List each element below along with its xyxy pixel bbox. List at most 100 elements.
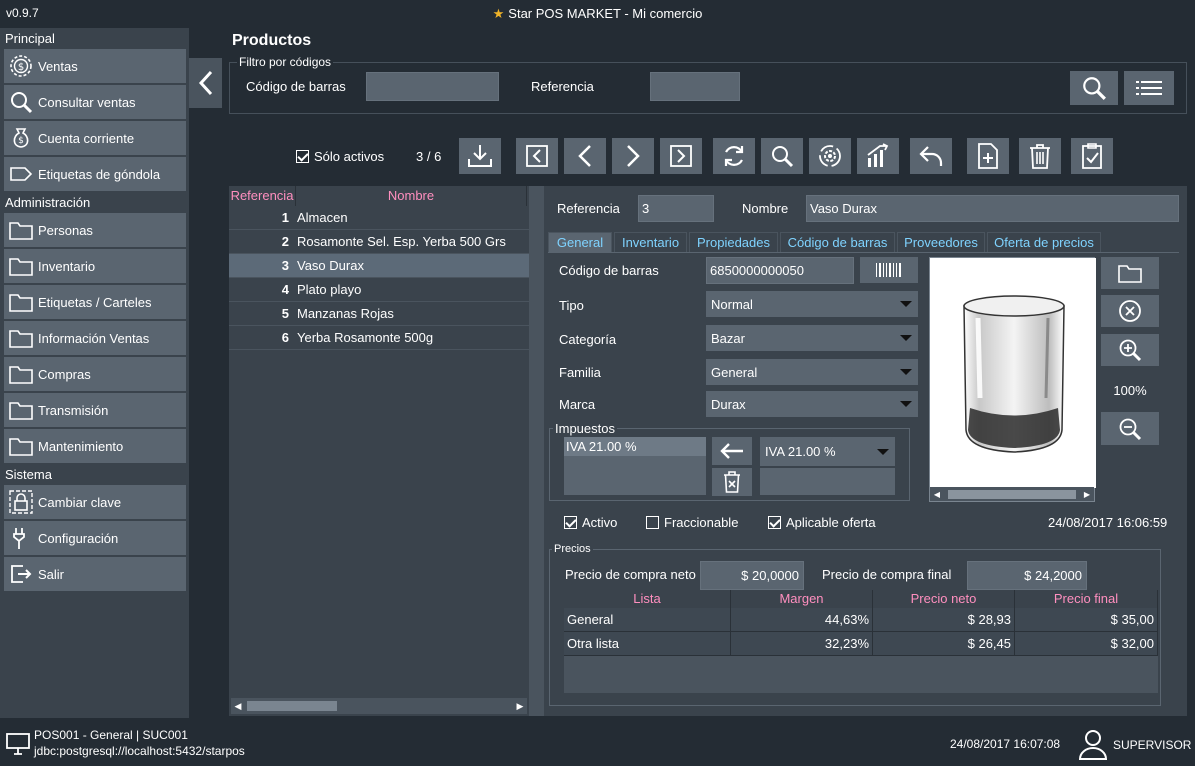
row-reference: 1: [281, 210, 289, 225]
category-label: Categoría: [559, 332, 617, 347]
table-row[interactable]: General 44,63% $ 28,93 $ 35,00: [564, 608, 1158, 632]
sidebar-item-mantenimiento[interactable]: Mantenimiento: [4, 429, 186, 463]
scroll-left-icon[interactable]: ◀: [930, 490, 944, 499]
sidebar-item-etiquetas-gondola[interactable]: Etiquetas de góndola: [4, 157, 186, 191]
panel-splitter[interactable]: [529, 186, 544, 716]
filter-list-button[interactable]: [1124, 71, 1174, 105]
product-image: [930, 258, 1096, 488]
grid-horizontal-scrollbar[interactable]: ◀ ▶: [231, 698, 527, 714]
zoom-in-button[interactable]: [1101, 334, 1159, 366]
scroll-right-icon[interactable]: ▶: [1080, 490, 1094, 499]
net-cost-input[interactable]: $ 20,0000: [700, 561, 804, 590]
import-button[interactable]: [459, 138, 501, 174]
sidebar-item-configuracion[interactable]: Configuración: [4, 521, 186, 555]
statistics-button[interactable]: [857, 138, 899, 174]
detail-name-input[interactable]: Vaso Durax: [806, 195, 1179, 222]
first-record-button[interactable]: [516, 138, 558, 174]
sidebar-item-salir[interactable]: Salir: [4, 557, 186, 591]
sidebar-item-inventario[interactable]: Inventario: [4, 249, 186, 283]
detail-reference-input[interactable]: 3: [638, 195, 714, 222]
add-tax-button[interactable]: [712, 437, 752, 465]
column-header-precio-neto[interactable]: Precio neto: [873, 590, 1015, 608]
sidebar-item-informacion-ventas[interactable]: Información Ventas: [4, 321, 186, 355]
clear-image-button[interactable]: [1101, 295, 1159, 327]
fractional-label: Fraccionable: [664, 515, 739, 530]
save-record-button[interactable]: [1071, 138, 1113, 174]
sidebar-item-ventas[interactable]: $ Ventas: [4, 49, 186, 83]
column-header-nombre[interactable]: Nombre: [296, 186, 527, 206]
filter-search-button[interactable]: [1070, 71, 1118, 105]
close-circle-icon: [1118, 299, 1142, 323]
sidebar-item-label: Información Ventas: [38, 330, 150, 346]
barcode-label: Código de barras: [559, 263, 659, 278]
scroll-left-icon[interactable]: ◀: [231, 701, 245, 712]
table-row[interactable]: 2 Rosamonte Sel. Esp. Yerba 500 Grs: [229, 230, 529, 254]
column-header-referencia[interactable]: Referencia: [229, 186, 296, 206]
last-record-button[interactable]: [660, 138, 702, 174]
row-name: Almacen: [297, 210, 348, 225]
scrollbar-thumb[interactable]: [948, 489, 1076, 499]
sidebar-item-label: Cambiar clave: [38, 494, 122, 510]
remove-tax-button[interactable]: [712, 468, 752, 496]
tab-proveedores[interactable]: Proveedores: [897, 232, 985, 252]
undo-button[interactable]: [910, 138, 952, 174]
sidebar-item-consultar-ventas[interactable]: Consultar ventas: [4, 85, 186, 119]
previous-record-button[interactable]: [564, 138, 606, 174]
sidebar-item-label: Cuenta corriente: [38, 130, 135, 146]
type-select[interactable]: Normal: [706, 291, 918, 317]
image-horizontal-scrollbar[interactable]: ◀ ▶: [930, 487, 1094, 501]
column-header-margen[interactable]: Margen: [731, 590, 873, 608]
sidebar-item-personas[interactable]: Personas: [4, 213, 186, 247]
taxes-list[interactable]: IVA 21.00 %: [564, 437, 706, 495]
first-icon: [525, 144, 549, 168]
search-button[interactable]: [761, 138, 803, 174]
refresh-button[interactable]: [713, 138, 755, 174]
zoom-out-button[interactable]: [1101, 412, 1159, 445]
filter-barcode-input[interactable]: [366, 72, 499, 101]
collapse-sidebar-button[interactable]: [189, 58, 222, 108]
active-checkbox[interactable]: Activo: [564, 515, 617, 530]
table-row[interactable]: 6 Yerba Rosamonte 500g: [229, 326, 529, 350]
sidebar-item-etiquetas-carteles[interactable]: Etiquetas / Carteles: [4, 285, 186, 319]
sidebar-item-cambiar-clave[interactable]: Cambiar clave: [4, 485, 186, 519]
generate-barcode-button[interactable]: [860, 257, 918, 283]
filter-reference-input[interactable]: [650, 72, 740, 101]
row-reference: 5: [281, 306, 289, 321]
tax-select[interactable]: IVA 21.00 %: [760, 437, 895, 466]
table-row[interactable]: 1 Almacen: [229, 206, 529, 230]
next-record-button[interactable]: [612, 138, 654, 174]
table-row[interactable]: 4 Plato playo: [229, 278, 529, 302]
chevron-down-icon: [900, 335, 912, 341]
tab-codigo-de-barras[interactable]: Código de barras: [780, 232, 895, 252]
table-row-selected[interactable]: 3 Vaso Durax: [229, 254, 529, 278]
sidebar-item-transmision[interactable]: Transmisión: [4, 393, 186, 427]
new-record-button[interactable]: [967, 138, 1009, 174]
final-cost-input[interactable]: $ 24,2000: [967, 561, 1087, 590]
tax-extra-field[interactable]: [760, 468, 895, 495]
reload-settings-button[interactable]: [809, 138, 851, 174]
current-user[interactable]: SUPERVISOR: [1113, 738, 1191, 752]
fractional-checkbox[interactable]: Fraccionable: [646, 515, 738, 530]
scrollbar-thumb[interactable]: [247, 701, 337, 711]
offer-checkbox[interactable]: Aplicable oferta: [768, 515, 876, 530]
only-active-checkbox[interactable]: Sólo activos: [296, 149, 384, 164]
tab-propiedades[interactable]: Propiedades: [689, 232, 778, 252]
scroll-right-icon[interactable]: ▶: [513, 701, 527, 712]
tax-list-item[interactable]: IVA 21.00 %: [564, 437, 706, 456]
tab-inventario[interactable]: Inventario: [614, 232, 687, 252]
brand-select[interactable]: Durax: [706, 391, 918, 417]
tab-oferta-de-precios[interactable]: Oferta de precios: [987, 232, 1101, 252]
barcode-input[interactable]: 6850000000050: [706, 257, 854, 284]
column-header-lista[interactable]: Lista: [564, 590, 731, 608]
tab-general[interactable]: General: [548, 232, 612, 252]
sidebar-item-compras[interactable]: Compras: [4, 357, 186, 391]
table-row[interactable]: Otra lista 32,23% $ 26,45 $ 32,00: [564, 632, 1158, 656]
column-header-precio-final[interactable]: Precio final: [1015, 590, 1158, 608]
family-select[interactable]: General: [706, 359, 918, 385]
delete-record-button[interactable]: [1019, 138, 1061, 174]
prices-legend: Precios: [552, 543, 593, 555]
open-image-button[interactable]: [1101, 257, 1159, 289]
table-row[interactable]: 5 Manzanas Rojas: [229, 302, 529, 326]
category-select[interactable]: Bazar: [706, 325, 918, 351]
sidebar-item-cuenta-corriente[interactable]: $ Cuenta corriente: [4, 121, 186, 155]
